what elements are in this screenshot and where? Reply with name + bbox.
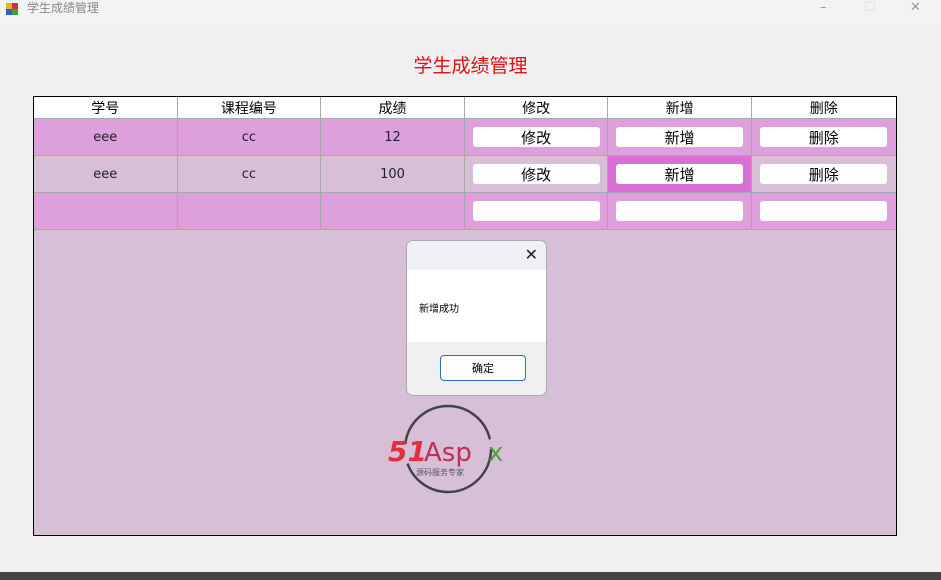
cell-add-selected: 新增 — [608, 156, 752, 193]
edit-button[interactable] — [472, 201, 600, 221]
delete-button[interactable]: 删除 — [760, 127, 888, 147]
delete-button[interactable]: 删除 — [760, 164, 888, 184]
column-header-student-id[interactable]: 学号 — [34, 97, 178, 119]
cell-delete — [751, 193, 896, 230]
add-button[interactable] — [616, 201, 744, 221]
svg-text:51: 51 — [388, 435, 427, 468]
app-icon — [6, 3, 18, 15]
cell-add — [608, 193, 752, 230]
svg-text:x: x — [488, 438, 503, 468]
column-header-score[interactable]: 成绩 — [321, 97, 465, 119]
add-button[interactable]: 新增 — [616, 164, 744, 184]
title-bar: 学生成绩管理 – ☐ ✕ — [0, 0, 941, 24]
new-row — [34, 193, 896, 230]
cell-delete: 删除 — [751, 119, 896, 156]
delete-button[interactable] — [760, 201, 888, 221]
cell-course-id[interactable] — [177, 193, 322, 230]
cell-student-id[interactable] — [34, 193, 178, 230]
maximize-button[interactable]: ☐ — [864, 0, 876, 16]
dialog-message: 新增成功 — [407, 270, 546, 342]
table-row: eee cc 12 修改 新增 删除 — [34, 119, 896, 156]
svg-text:Asp: Asp — [424, 438, 472, 468]
cell-add: 新增 — [608, 119, 752, 156]
window-title: 学生成绩管理 — [27, 1, 100, 15]
cell-edit: 修改 — [464, 156, 609, 193]
edit-button[interactable]: 修改 — [472, 127, 600, 147]
dialog-title-bar: ✕ — [407, 241, 546, 270]
column-header-delete[interactable]: 删除 — [751, 97, 896, 119]
header-row: 学号 课程编号 成绩 修改 新增 删除 — [34, 97, 896, 119]
dialog-close-button[interactable]: ✕ — [525, 245, 538, 264]
cell-course-id[interactable]: cc — [177, 119, 322, 156]
edit-button[interactable]: 修改 — [472, 164, 600, 184]
close-button[interactable]: ✕ — [910, 0, 921, 16]
cell-score[interactable]: 100 — [321, 156, 465, 193]
taskbar-edge — [0, 572, 941, 580]
column-header-add[interactable]: 新增 — [608, 97, 752, 119]
message-box: ✕ 新增成功 确定 — [406, 240, 547, 396]
add-button[interactable]: 新增 — [616, 127, 744, 147]
cell-score[interactable] — [321, 193, 465, 230]
minimize-button[interactable]: – — [820, 0, 827, 16]
cell-edit: 修改 — [464, 119, 609, 156]
cell-course-id[interactable]: cc — [177, 156, 322, 193]
brand-logo: 51 Asp x 源码服务专家 — [388, 404, 503, 494]
ok-button[interactable]: 确定 — [440, 355, 526, 381]
page-title: 学生成绩管理 — [413, 55, 528, 77]
cell-delete: 删除 — [751, 156, 896, 193]
cell-student-id[interactable]: eee — [34, 119, 178, 156]
cell-edit — [464, 193, 609, 230]
cell-student-id[interactable]: eee — [34, 156, 178, 193]
column-header-edit[interactable]: 修改 — [464, 97, 609, 119]
table-row: eee cc 100 修改 新增 删除 — [34, 156, 896, 193]
cell-score[interactable]: 12 — [321, 119, 465, 156]
column-header-course-id[interactable]: 课程编号 — [177, 97, 322, 119]
svg-text:源码服务专家: 源码服务专家 — [416, 467, 464, 477]
